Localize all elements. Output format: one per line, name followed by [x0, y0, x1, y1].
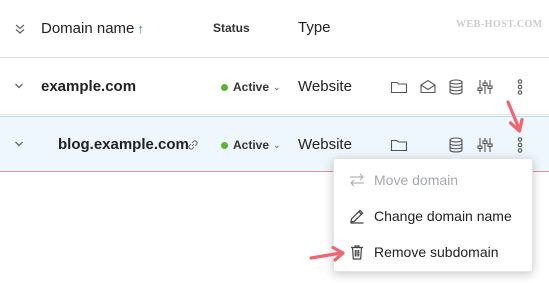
table-row[interactable]: example.com Active ⌄ Website [0, 59, 549, 115]
pencil-icon [350, 209, 364, 224]
subdomain-name[interactable]: blog.example.com [58, 136, 189, 153]
sliders-icon[interactable] [475, 135, 495, 155]
status-label: Active [233, 138, 270, 152]
folder-icon[interactable] [389, 135, 409, 155]
more-options-icon[interactable] [510, 77, 530, 97]
chevron-down-icon: ⌄ [273, 81, 281, 92]
status-selector[interactable]: Active ⌄ [221, 138, 281, 152]
envelope-icon[interactable] [418, 77, 438, 97]
expand-all-icon[interactable] [13, 22, 27, 36]
domain-type: Website [298, 78, 352, 95]
status-dot-icon [221, 83, 228, 91]
status-dot-icon [221, 141, 228, 149]
menu-item-label: Change domain name [374, 208, 512, 224]
database-icon[interactable] [446, 135, 466, 155]
domain-name[interactable]: example.com [41, 78, 136, 95]
menu-item-remove-subdomain[interactable]: Remove subdomain [334, 234, 534, 270]
domain-type: Website [298, 136, 352, 153]
watermark: WEB-HOST.COM [456, 19, 543, 30]
menu-item-label: Remove subdomain [374, 244, 499, 260]
menu-item-move-domain: Move domain [334, 162, 534, 198]
more-options-icon[interactable] [510, 135, 530, 155]
column-header-domain-label: Domain name [41, 20, 135, 37]
context-menu: Move domain Change domain name Remove su… [333, 158, 533, 272]
database-icon[interactable] [446, 77, 466, 97]
annotation-arrow-icon [506, 100, 524, 133]
table-header: Domain name ↑ Status Type WEB-HOST.COM [0, 0, 549, 58]
folder-icon[interactable] [389, 77, 409, 97]
chevron-down-icon[interactable] [13, 138, 25, 150]
column-header-domain[interactable]: Domain name ↑ [41, 20, 144, 37]
sliders-icon[interactable] [475, 77, 495, 97]
column-header-status[interactable]: Status [213, 21, 250, 35]
sort-ascending-icon[interactable]: ↑ [137, 21, 144, 36]
chevron-down-icon[interactable] [13, 80, 25, 92]
column-header-type[interactable]: Type [298, 19, 331, 36]
menu-item-label: Move domain [374, 172, 459, 188]
swap-arrows-icon [350, 173, 364, 187]
menu-item-change-domain-name[interactable]: Change domain name [334, 198, 534, 234]
chevron-down-icon: ⌄ [273, 139, 281, 150]
trash-icon [351, 245, 363, 260]
annotation-arrow-icon [309, 245, 345, 262]
link-icon [188, 140, 198, 150]
status-selector[interactable]: Active ⌄ [221, 80, 281, 94]
status-label: Active [233, 80, 270, 94]
